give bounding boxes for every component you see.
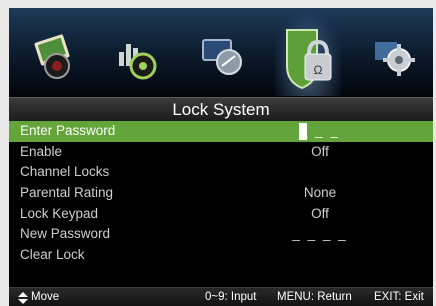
gear-icon <box>375 42 415 76</box>
sound-icon <box>119 44 157 80</box>
updown-arrow-icon <box>18 291 28 304</box>
channel-icon <box>202 39 242 75</box>
input-hint: 0~9: Input <box>205 291 257 303</box>
menu-item-lock-keypad[interactable]: Lock Keypad Off <box>9 204 433 225</box>
menu-item-value: Off <box>311 205 329 221</box>
menu-item-parental-rating[interactable]: Parental Rating None <box>9 183 433 204</box>
menu-item-value: None <box>303 185 337 201</box>
menu-item-enter-password[interactable]: Enter Password _ _ _ <box>9 121 433 142</box>
menu-item-channel-locks[interactable]: Channel Locks <box>9 162 433 183</box>
tab-sound[interactable] <box>103 8 173 97</box>
tab-channel[interactable] <box>189 8 259 97</box>
tab-picture[interactable] <box>17 8 87 97</box>
menu-item-value: Off <box>311 143 329 159</box>
menu-item-label: Clear Lock <box>20 247 85 263</box>
menu-item-label: Enable <box>20 143 63 159</box>
picture-icon <box>34 34 70 79</box>
menu-item-label: Parental Rating <box>20 185 114 201</box>
menu-icon-bar: Ω <box>9 8 433 97</box>
menu-item-label: Channel Locks <box>20 164 110 180</box>
menu-item-new-password[interactable]: New Password _ _ _ _ <box>9 224 433 245</box>
lock-menu-list: Enter Password _ _ _ Enable Off Channel … <box>9 121 433 266</box>
tab-lock[interactable]: Ω <box>273 8 343 97</box>
menu-title: Lock System <box>9 97 433 122</box>
tv-osd-menu: Ω Lock System Enter Password _ _ _ Enabl… <box>9 8 433 306</box>
menu-item-label: Enter Password <box>20 123 116 138</box>
menu-item-label: Lock Keypad <box>20 205 99 221</box>
password-input[interactable]: _ _ _ <box>271 121 369 142</box>
menu-item-clear-lock[interactable]: Clear Lock <box>9 245 433 266</box>
menu-item-label: New Password <box>20 226 111 242</box>
help-bar: Move 0~9: Input MENU: Return EXIT: Exit <box>9 287 433 306</box>
menu-item-value: _ _ _ _ <box>292 226 348 242</box>
svg-text:Ω: Ω <box>314 63 323 77</box>
menu-return-hint: MENU: Return <box>277 291 352 303</box>
move-label: Move <box>31 291 60 303</box>
exit-hint: EXIT: Exit <box>374 291 424 303</box>
lock-icon: Ω <box>286 29 332 90</box>
move-hint: Move <box>18 288 59 306</box>
tab-setup[interactable] <box>361 8 431 97</box>
menu-item-enable[interactable]: Enable Off <box>9 142 433 163</box>
